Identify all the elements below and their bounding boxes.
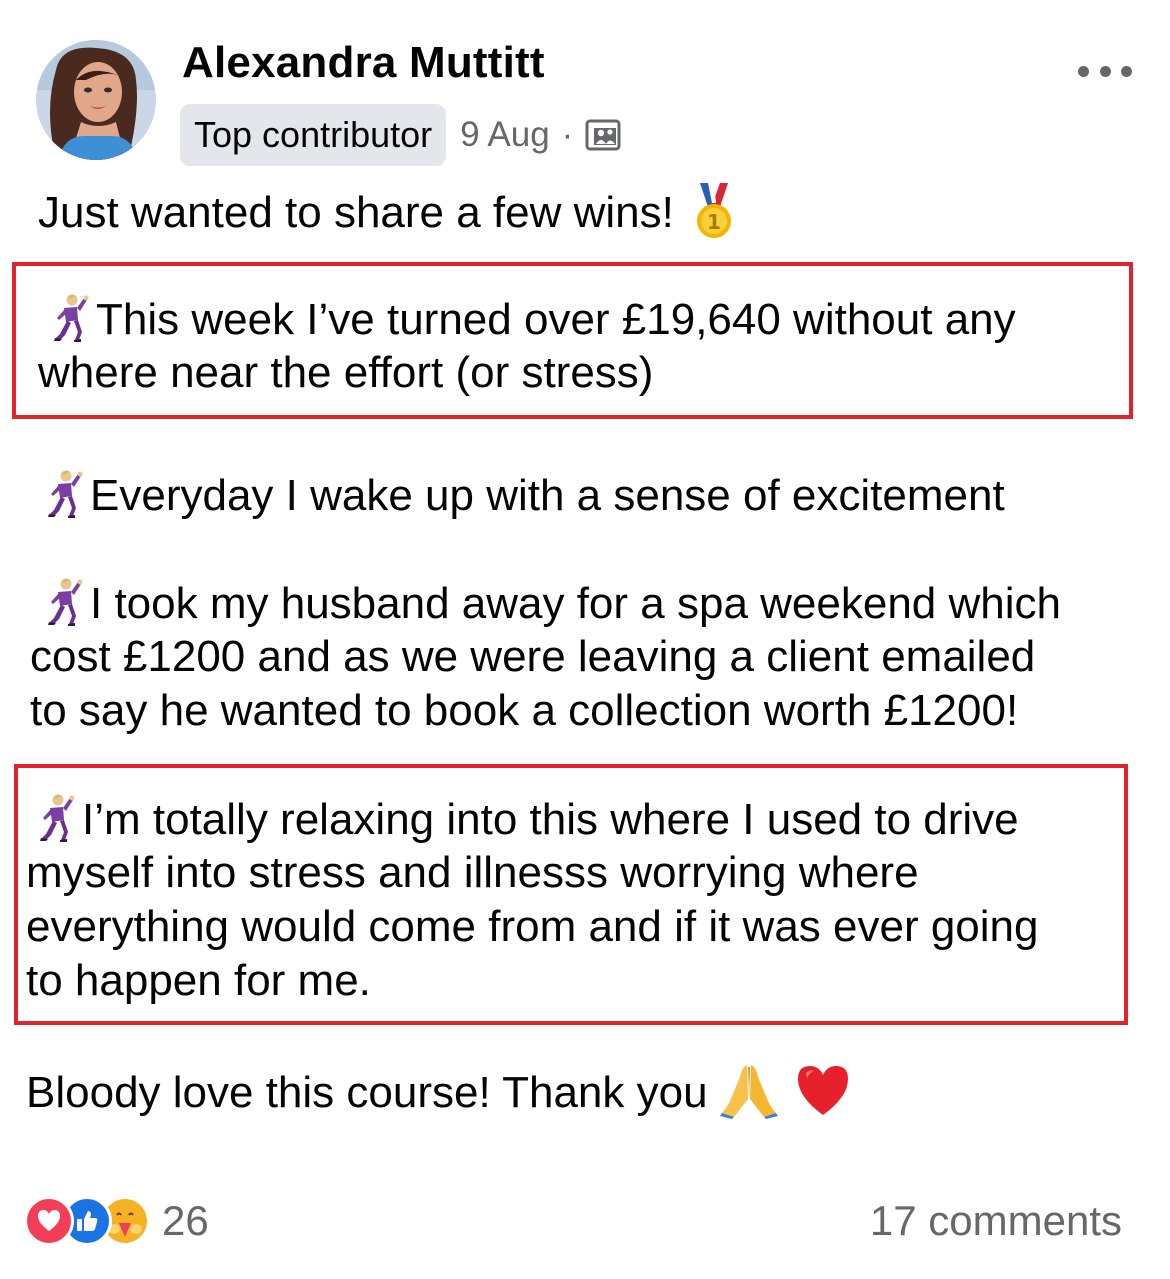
top-contributor-badge[interactable]: Top contributor	[180, 104, 447, 166]
man-dancing-icon	[44, 292, 94, 342]
win-excitement-text: Everyday I wake up with a sense of excit…	[90, 471, 1005, 520]
svg-text:1: 1	[707, 210, 721, 234]
post-closing: Bloody love this course! Thank you	[26, 1061, 852, 1120]
win-relaxing-line1: I’m totally relaxing into this where I u…	[30, 792, 1019, 847]
man-dancing-icon	[38, 576, 88, 626]
author-avatar[interactable]	[36, 40, 156, 160]
win-spa-line3: to say he wanted to book a collection wo…	[30, 686, 1019, 735]
win-spa-line1: I took my husband away for a spa weekend…	[38, 576, 1061, 631]
reaction-count[interactable]: 26	[162, 1197, 209, 1245]
reaction-summary[interactable]: 26	[24, 1194, 209, 1248]
win-relaxing-line4: to happen for me.	[26, 956, 371, 1005]
win-turnover-text: This week I’ve turned over £19,640 witho…	[96, 295, 1016, 344]
win-turnover-line1: This week I’ve turned over £19,640 witho…	[44, 292, 1016, 347]
win-relaxing-line2: myself into stress and illnesss worrying…	[26, 848, 919, 897]
win-turnover-line2: where near the effort (or stress)	[38, 348, 654, 397]
post-meta: Top contributor 9 Aug ·	[180, 104, 621, 166]
more-dot	[1099, 65, 1111, 77]
win-relaxing-text: I’m totally relaxing into this where I u…	[82, 795, 1019, 844]
man-dancing-icon	[30, 792, 80, 842]
comments-count-link[interactable]: 17 comments	[870, 1194, 1122, 1248]
more-dot	[1121, 65, 1132, 77]
author-name[interactable]: Alexandra Muttitt	[182, 38, 545, 88]
win-relaxing-line3: everything would come from and if it was…	[26, 902, 1039, 951]
intro-text: Just wanted to share a few wins!	[38, 188, 674, 237]
post-intro: Just wanted to share a few wins! 1	[38, 183, 736, 241]
win-spa-text: I took my husband away for a spa weekend…	[90, 579, 1061, 628]
group-photo-icon[interactable]	[585, 117, 621, 153]
meta-separator: ·	[561, 115, 574, 154]
man-dancing-icon	[38, 468, 88, 518]
more-options-icon[interactable]	[1078, 58, 1132, 84]
red-heart-icon	[794, 1061, 852, 1119]
closing-text: Bloody love this course! Thank you	[26, 1068, 708, 1117]
win-excitement: Everyday I wake up with a sense of excit…	[38, 468, 1005, 523]
win-spa-line2: cost £1200 and as we were leaving a clie…	[30, 632, 1036, 681]
first-place-medal-icon: 1	[692, 183, 736, 241]
post-timestamp[interactable]: 9 Aug	[460, 115, 550, 155]
folded-hands-icon	[719, 1061, 778, 1119]
love-reaction-icon	[24, 1196, 74, 1246]
more-dot	[1078, 65, 1089, 77]
